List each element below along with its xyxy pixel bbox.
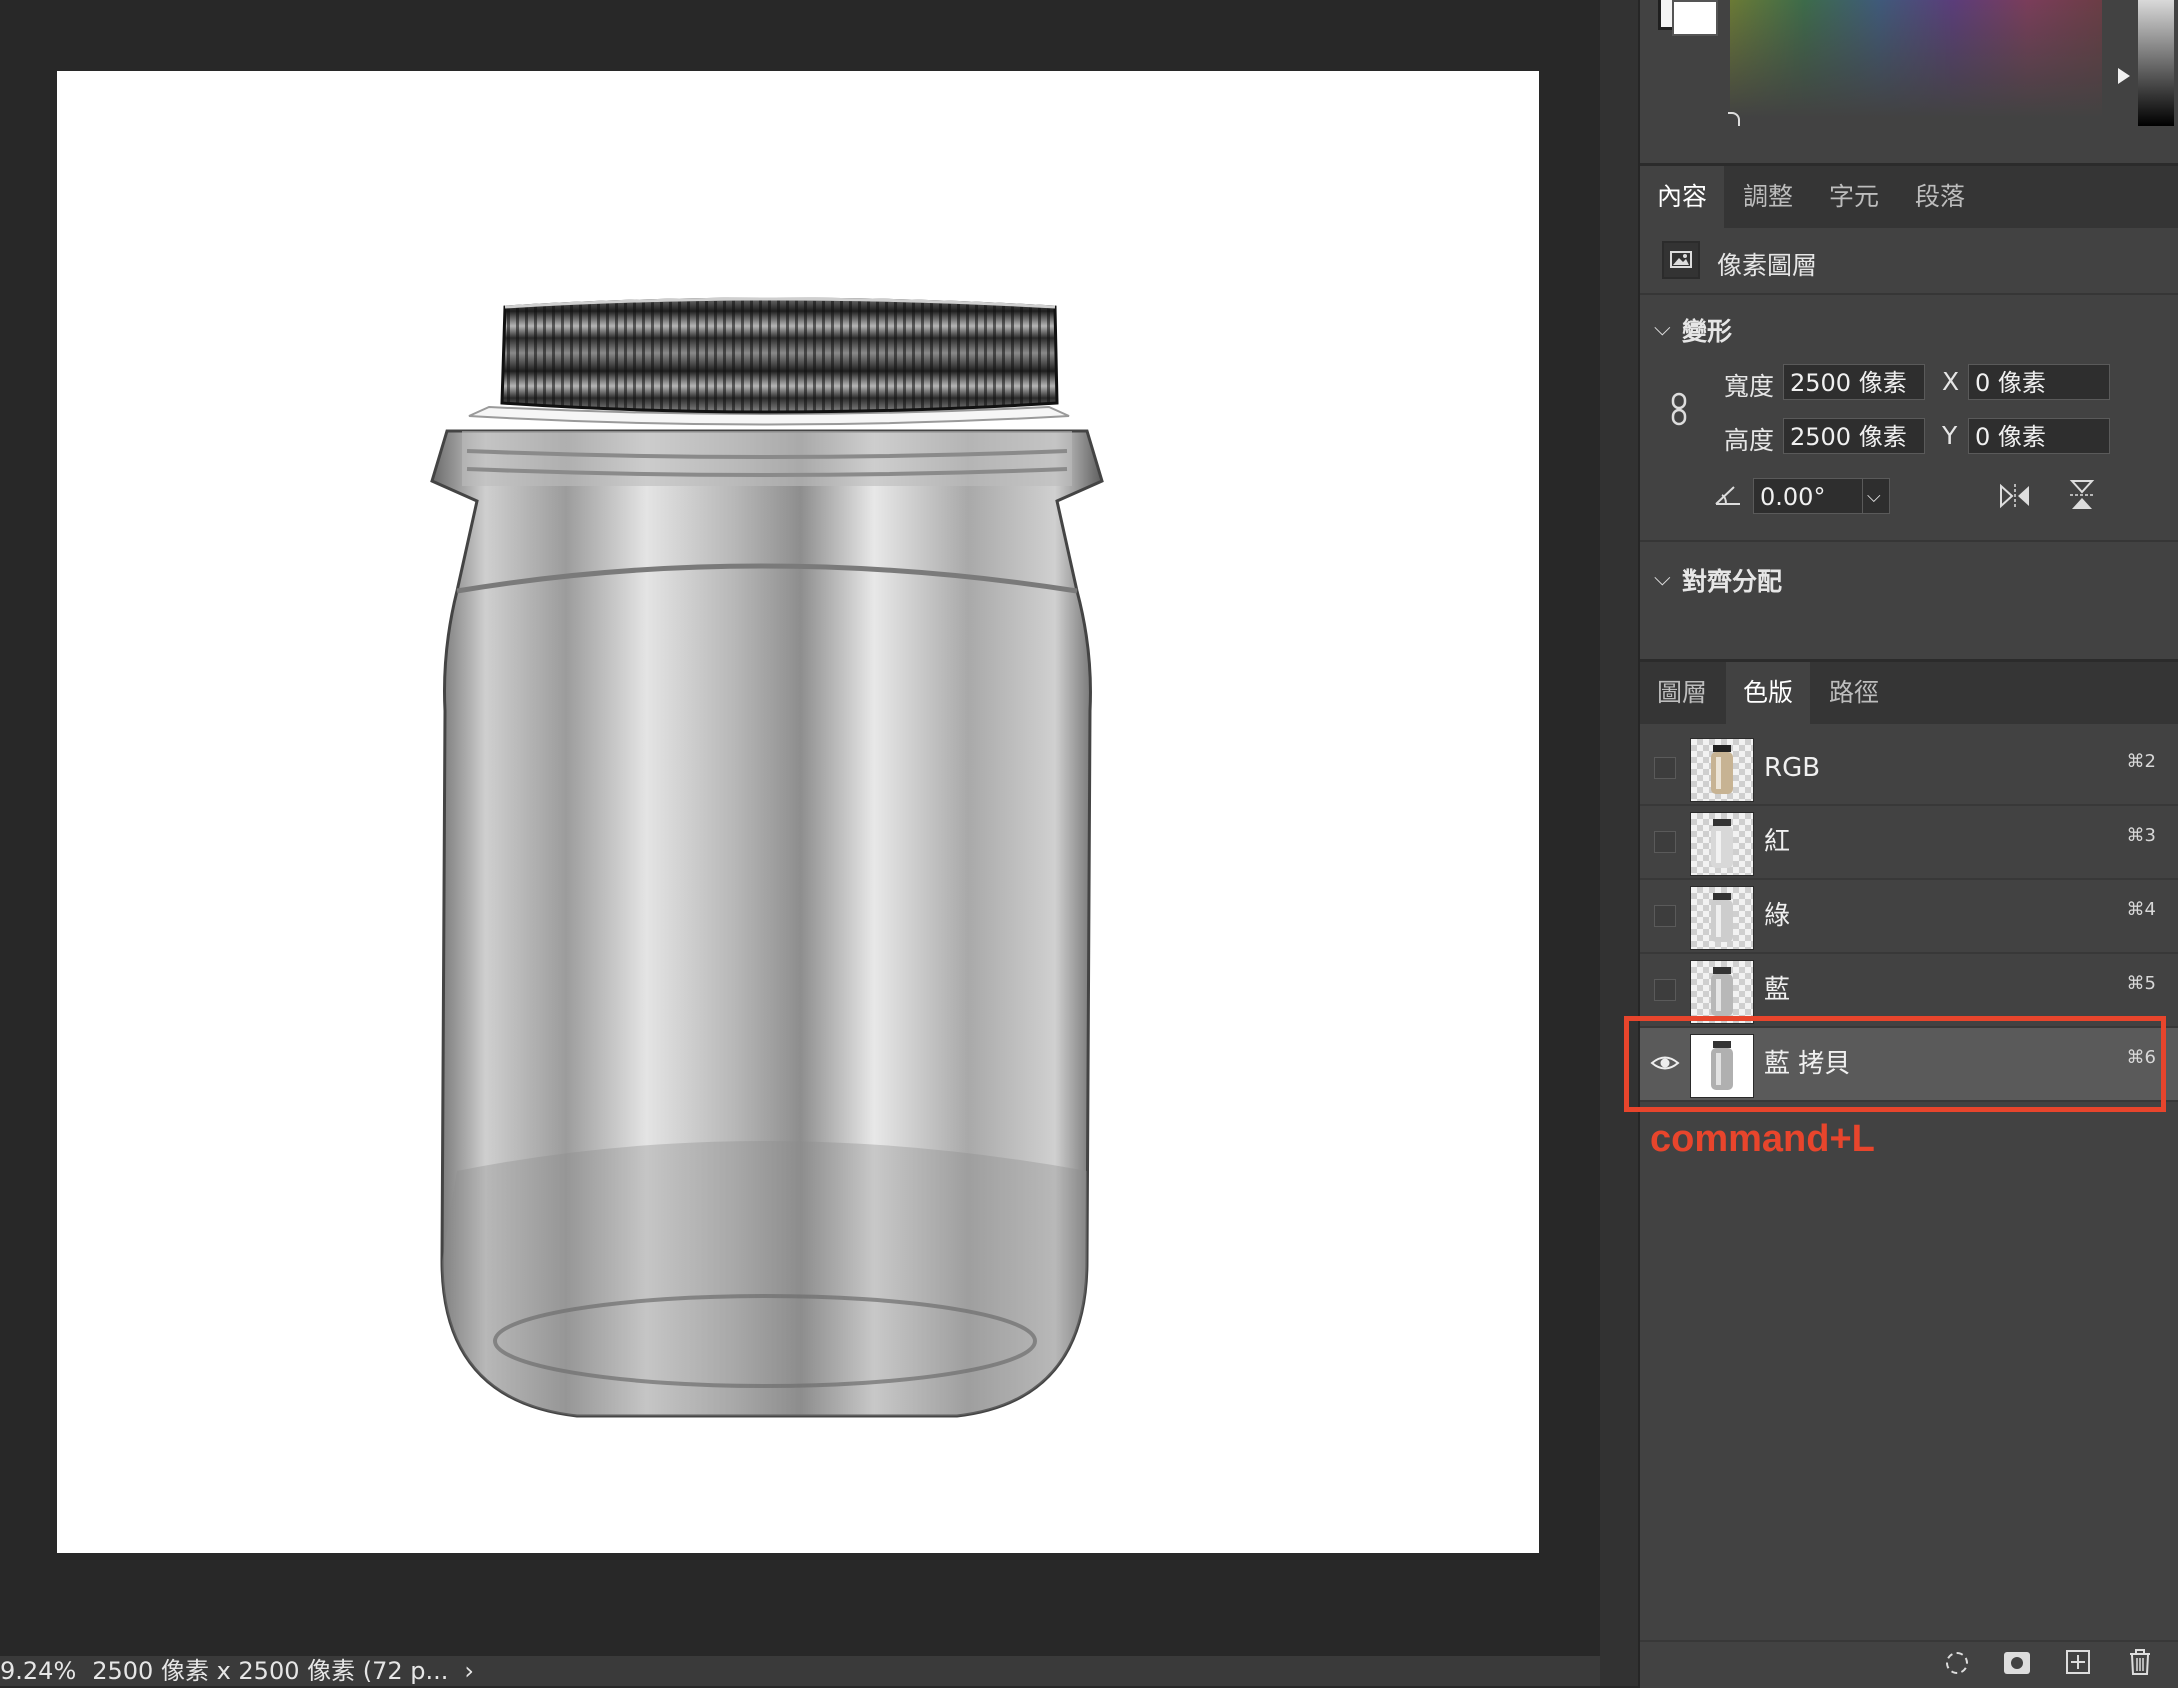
section-separator (1640, 293, 2178, 295)
tab-adjustments[interactable]: 調整 (1726, 166, 1810, 228)
jar-image (430, 297, 1104, 1418)
channels-panel-tabs: 圖層 色版 路徑 (1640, 662, 2178, 724)
transform-section-title[interactable]: 變形 (1682, 312, 1732, 348)
visibility-toggle[interactable] (1654, 831, 1676, 853)
pixel-layer-icon (1662, 241, 1700, 279)
height-label: 高度 (1724, 426, 1775, 455)
color-picker-hook-icon (1728, 112, 1740, 126)
channel-shortcut: ⌘5 (2126, 973, 2156, 994)
document-canvas[interactable] (57, 71, 1539, 1553)
channel-row-green[interactable]: 綠 ⌘4 (1640, 880, 2178, 954)
status-menu-arrow[interactable]: › (464, 1657, 474, 1685)
channel-thumbnail (1690, 886, 1754, 950)
width-label: 寬度 (1724, 372, 1775, 401)
y-field[interactable]: 0 像素 (1968, 418, 2110, 454)
y-label: Y (1942, 421, 1958, 450)
trash-icon[interactable] (2128, 1648, 2152, 1680)
shortcut-annotation: command+L (1650, 1118, 1875, 1160)
section-separator (1640, 540, 2178, 542)
channels-bottom-bar (1640, 1640, 2178, 1688)
tab-channels[interactable]: 色版 (1726, 662, 1810, 724)
channel-name: 紅 (1764, 827, 1791, 857)
align-section-title[interactable]: 對齊分配 (1682, 562, 1782, 598)
properties-tabs: 內容 調整 字元 段落 (1640, 166, 2178, 228)
workspace[interactable] (0, 0, 1600, 1656)
width-field[interactable]: 2500 像素 (1783, 364, 1925, 400)
channel-name: RGB (1764, 753, 1821, 783)
channel-row-red[interactable]: 紅 ⌘3 (1640, 806, 2178, 880)
highlight-box (1624, 1016, 2166, 1112)
visibility-toggle[interactable] (1654, 757, 1676, 779)
height-field[interactable]: 2500 像素 (1783, 418, 1925, 454)
channel-shortcut: ⌘3 (2126, 825, 2156, 846)
channel-name: 綠 (1764, 901, 1791, 931)
channel-thumbnail (1690, 738, 1754, 802)
layer-type-label: 像素圖層 (1717, 251, 1818, 280)
tab-properties[interactable]: 內容 (1640, 166, 1724, 228)
visibility-toggle[interactable] (1654, 979, 1676, 1001)
right-panel: 內容 調整 字元 段落 像素圖層 ⌵ 變形 寬度 2500 像素 X 0 像素 … (1624, 0, 2178, 1688)
channel-shortcut: ⌘2 (2126, 751, 2156, 772)
color-panel (1640, 0, 2178, 163)
channel-shortcut: ⌘4 (2126, 899, 2156, 920)
document-info: 2500 像素 x 2500 像素 (72 p... (92, 1657, 449, 1685)
visibility-toggle[interactable] (1654, 905, 1676, 927)
tab-paths[interactable]: 路徑 (1812, 662, 1896, 724)
background-color-swatch[interactable] (1672, 0, 1718, 36)
panel-divider (1600, 0, 1638, 1686)
angle-dropdown-chevron-icon[interactable]: ⌵ (1862, 478, 1890, 514)
channel-row-rgb[interactable]: RGB ⌘2 (1640, 732, 2178, 806)
align-chevron-icon[interactable]: ⌵ (1654, 566, 1671, 591)
channel-thumbnail (1690, 812, 1754, 876)
selection-icon[interactable] (1946, 1652, 1968, 1674)
flip-horizontal-icon[interactable] (1998, 482, 2032, 514)
tab-character[interactable]: 字元 (1812, 166, 1896, 228)
tab-paragraph[interactable]: 段落 (1898, 166, 1982, 228)
status-bar: 9.24% 2500 像素 x 2500 像素 (72 p... › (0, 1656, 1600, 1686)
angle-field[interactable]: 0.00° (1753, 478, 1863, 514)
x-label: X (1942, 367, 1960, 396)
hue-slider-arrow[interactable] (2118, 68, 2130, 84)
new-channel-icon[interactable] (2066, 1650, 2090, 1674)
zoom-level[interactable]: 9.24% (0, 1657, 76, 1685)
channel-thumbnail (1690, 960, 1754, 1024)
color-spectrum[interactable] (1730, 0, 2102, 118)
tab-layers[interactable]: 圖層 (1640, 662, 1724, 724)
angle-icon (1714, 484, 1742, 510)
transform-chevron-icon[interactable]: ⌵ (1654, 316, 1671, 341)
link-dimensions-icon[interactable] (1668, 392, 1690, 430)
x-field[interactable]: 0 像素 (1968, 364, 2110, 400)
flip-vertical-icon[interactable] (2068, 478, 2096, 516)
mask-icon[interactable] (2004, 1652, 2030, 1674)
brightness-slider[interactable] (2138, 0, 2174, 126)
